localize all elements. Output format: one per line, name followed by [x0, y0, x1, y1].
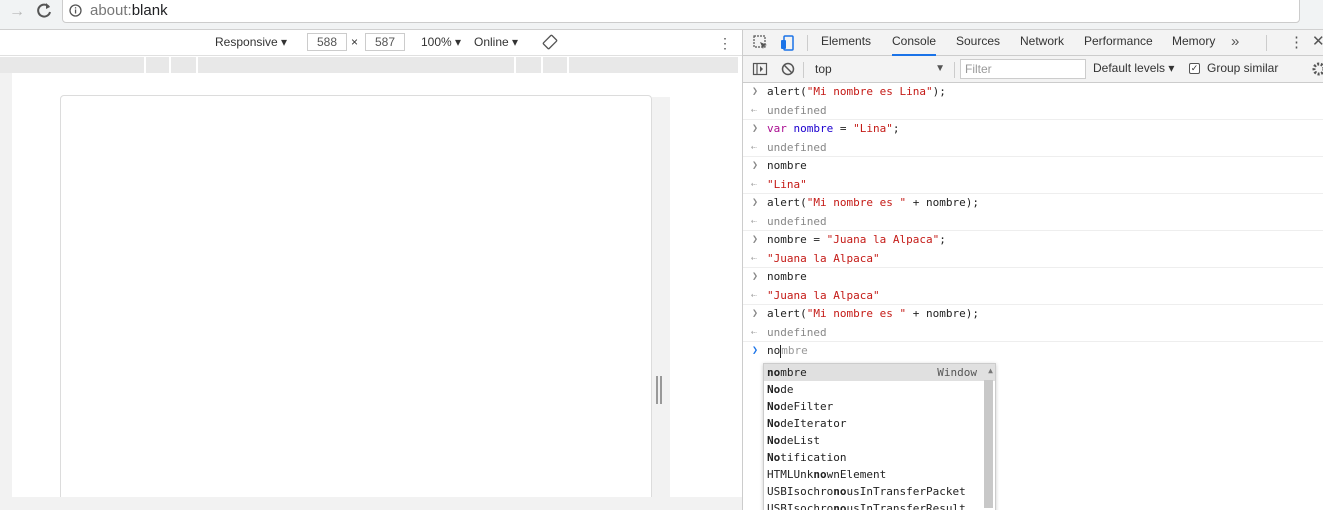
tab-memory[interactable]: Memory — [1172, 30, 1215, 56]
console-messages[interactable]: ❯ alert("Mi nombre es Lina"); ⇠ undefined ❯ v… — [743, 83, 1323, 510]
devtools-menu-icon[interactable]: ⋮ — [1289, 33, 1304, 51]
device-toolbar-toggle-icon[interactable] — [779, 34, 797, 52]
autocomplete-item[interactable]: HTMLUnknownElement — [764, 466, 995, 483]
forward-arrow-icon[interactable]: → — [8, 3, 26, 21]
console-input: ❯ nombre — [743, 157, 1323, 176]
context-select[interactable]: top ▼ — [809, 59, 947, 79]
device-mode-select[interactable]: Responsive ▾ — [215, 34, 287, 50]
console-input: ❯ alert("Mi nombre es " + nombre); — [743, 305, 1323, 324]
tab-console[interactable]: Console — [892, 30, 937, 56]
autocomplete-item[interactable]: USBIsochronousInTransferResult — [764, 500, 995, 510]
autocomplete-item[interactable]: Notification — [764, 449, 995, 466]
device-width-input[interactable]: 588 — [307, 33, 347, 51]
scroll-up-icon[interactable]: ▲ — [988, 366, 993, 375]
input-chevron-icon: ❯ — [752, 308, 759, 319]
device-toolbar: Responsive ▾ 588 × 587 100% ▾ Online ▾ ⋮ — [0, 30, 742, 56]
info-icon[interactable] — [69, 4, 82, 17]
url-text: about:blank — [90, 2, 168, 19]
device-height-input[interactable]: 587 — [365, 33, 405, 51]
inspect-element-icon[interactable] — [752, 34, 770, 52]
dimension-separator: × — [351, 35, 359, 49]
console-input: ❯ alert("Mi nombre es " + nombre); — [743, 194, 1323, 213]
autocomplete-dropdown[interactable]: nombre Window Node NodeFilter NodeIterator No… — [763, 363, 996, 510]
resize-handle[interactable] — [656, 376, 662, 404]
clear-console-icon[interactable] — [780, 61, 796, 77]
device-frame[interactable] — [60, 95, 652, 510]
console-result: ⇠ undefined — [743, 324, 1323, 342]
zoom-select[interactable]: 100% ▾ — [421, 34, 461, 50]
group-similar-checkbox[interactable]: ✓ — [1189, 63, 1200, 74]
input-chevron-icon: ❯ — [752, 234, 759, 245]
input-chevron-icon: ❯ — [752, 86, 759, 97]
autocomplete-item[interactable]: USBIsochronousInTransferPacket — [764, 483, 995, 500]
input-chevron-icon: ❯ — [752, 197, 759, 208]
log-levels-select[interactable]: Default levels ▾ — [1093, 61, 1174, 75]
autocomplete-item[interactable]: Node — [764, 381, 995, 398]
console-input: ❯ nombre = "Juana la Alpaca"; — [743, 231, 1323, 250]
console-result: ⇠ "Juana la Alpaca" — [743, 287, 1323, 305]
result-arrow-icon: ⇠ — [751, 178, 758, 190]
result-arrow-icon: ⇠ — [751, 252, 758, 264]
autocomplete-scrollbar[interactable] — [984, 380, 993, 508]
input-chevron-icon: ❯ — [752, 123, 759, 134]
input-chevron-icon: ❯ — [752, 160, 759, 171]
devtools-panel: Elements Console Sources Network Perform… — [742, 30, 1323, 510]
console-toolbar: top ▼ Filter Default levels ▾ ✓ Group sim… — [743, 56, 1323, 83]
result-arrow-icon: ⇠ — [751, 104, 758, 116]
prompt-chevron-icon: ❯ — [752, 345, 759, 356]
console-result: ⇠ undefined — [743, 102, 1323, 120]
result-arrow-icon: ⇠ — [751, 141, 758, 153]
autocomplete-item[interactable]: NodeIterator — [764, 415, 995, 432]
tab-sources[interactable]: Sources — [956, 30, 1000, 56]
console-prompt[interactable]: ❯ nombre — [743, 342, 1323, 360]
device-viewport-area — [0, 73, 742, 510]
network-throttle-select[interactable]: Online ▾ — [474, 34, 518, 50]
result-arrow-icon: ⇠ — [751, 215, 758, 227]
autocomplete-item[interactable]: NodeFilter — [764, 398, 995, 415]
media-query-ruler[interactable] — [0, 57, 738, 73]
devtools-tabbar: Elements Console Sources Network Perform… — [743, 30, 1323, 56]
result-arrow-icon: ⇠ — [751, 326, 758, 338]
console-result: ⇠ undefined — [743, 139, 1323, 157]
reload-icon[interactable] — [34, 1, 54, 21]
more-options-icon[interactable]: ⋮ — [718, 33, 732, 53]
result-arrow-icon: ⇠ — [751, 289, 758, 301]
sidebar-toggle-icon[interactable] — [752, 61, 768, 77]
close-icon[interactable]: ✕ — [1312, 32, 1323, 50]
console-input: ❯ var nombre = "Lina"; — [743, 120, 1323, 139]
filter-input[interactable]: Filter — [960, 59, 1086, 79]
address-bar[interactable]: about:blank — [62, 0, 1300, 23]
rotate-icon[interactable] — [542, 34, 558, 54]
tab-performance[interactable]: Performance — [1084, 30, 1153, 56]
console-result: ⇠ "Lina" — [743, 176, 1323, 194]
more-tabs-icon[interactable]: » — [1231, 33, 1239, 50]
tab-network[interactable]: Network — [1020, 30, 1064, 56]
console-input: ❯ nombre — [743, 268, 1323, 287]
console-result: ⇠ "Juana la Alpaca" — [743, 250, 1323, 268]
autocomplete-item-source: Window — [937, 366, 977, 379]
console-input: ❯ alert("Mi nombre es Lina"); — [743, 83, 1323, 102]
gear-icon[interactable] — [1311, 61, 1323, 77]
browser-toolbar: → about:blank — [0, 0, 1323, 30]
console-result: ⇠ undefined — [743, 213, 1323, 231]
input-chevron-icon: ❯ — [752, 271, 759, 282]
autocomplete-item[interactable]: nombre Window — [764, 364, 995, 381]
tab-elements[interactable]: Elements — [821, 30, 871, 56]
group-similar-label: Group similar — [1207, 61, 1279, 75]
autocomplete-item[interactable]: NodeList — [764, 432, 995, 449]
